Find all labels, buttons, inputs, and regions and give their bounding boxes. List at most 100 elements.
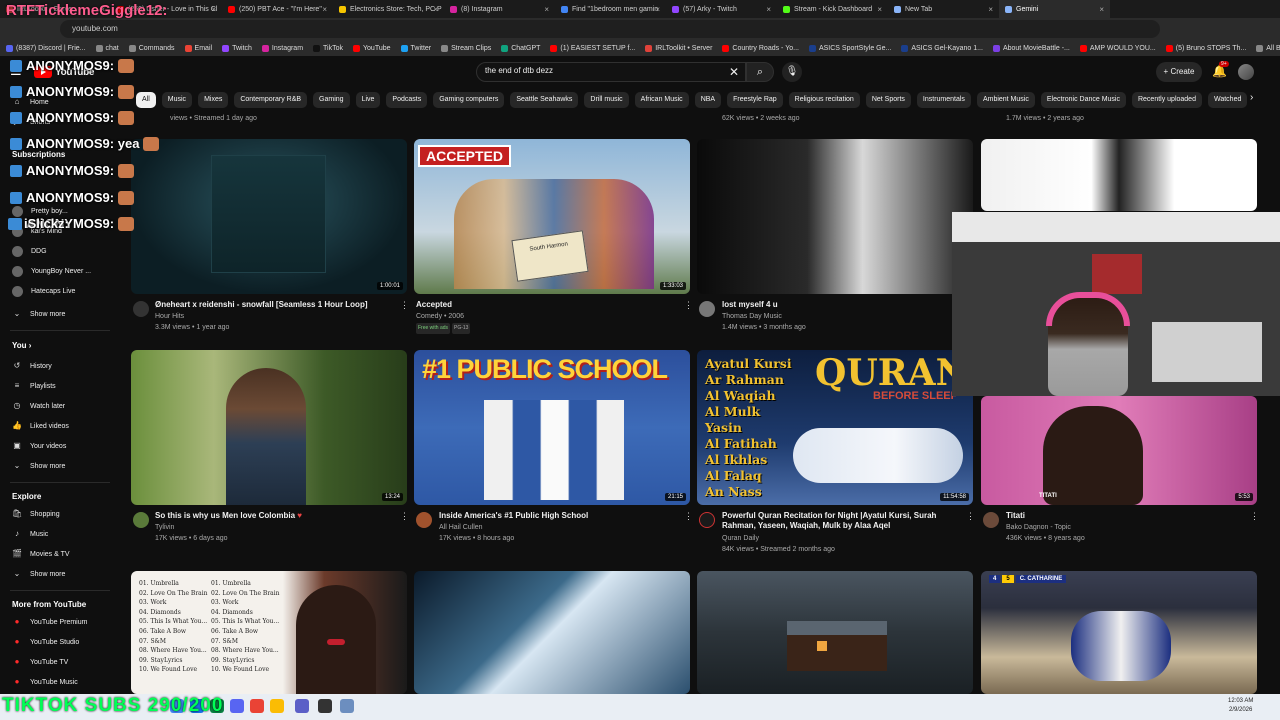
video-thumbnail[interactable]	[981, 139, 1257, 211]
clear-icon[interactable]: ✕	[729, 65, 739, 79]
video-title[interactable]: lost myself 4 u	[722, 300, 778, 310]
filter-chip[interactable]: Net Sports	[865, 92, 911, 108]
filter-chip[interactable]: Watched	[1207, 92, 1248, 108]
filter-chip[interactable]: NBA	[694, 92, 722, 108]
sidebar-item[interactable]: Hatecaps Live	[12, 286, 75, 297]
filter-chip[interactable]: All	[136, 92, 156, 108]
sidebar-item[interactable]: ◷ Watch later	[12, 401, 66, 411]
bookmark-item[interactable]: Commands	[128, 44, 175, 52]
chevron-right-icon[interactable]: ›	[1250, 92, 1253, 103]
more-options-icon[interactable]: ⋮	[400, 300, 409, 311]
bookmark-item[interactable]: chat	[95, 44, 119, 52]
browser-tab[interactable]: Gemini ×	[999, 0, 1110, 18]
filter-chip[interactable]: African Music	[634, 92, 689, 108]
channel-name[interactable]: All Hail Cullen	[439, 522, 483, 533]
search-button[interactable]: ⌕	[746, 62, 774, 82]
filter-chip[interactable]: Religious recitation	[788, 92, 860, 108]
close-icon[interactable]: ×	[655, 5, 660, 14]
close-icon[interactable]: ×	[322, 5, 327, 14]
more-options-icon[interactable]: ⋮	[400, 511, 409, 522]
close-icon[interactable]: ×	[1099, 5, 1104, 14]
channel-avatar[interactable]	[416, 512, 432, 528]
browser-tab[interactable]: (57) Arky - Twitch ×	[666, 0, 777, 18]
sidebar-item[interactable]: ♪ Music	[12, 529, 48, 539]
bookmark-item[interactable]: Stream Clips	[441, 44, 491, 52]
filter-chip[interactable]: Drill music	[584, 92, 629, 108]
bookmark-item[interactable]: ChatGPT	[501, 44, 540, 52]
filter-chip[interactable]: Freestyle Rap	[727, 92, 783, 108]
video-thumbnail[interactable]: ACCEPTED South Harmon 1:33:03	[414, 139, 690, 294]
channel-name[interactable]: Hour Hits	[155, 311, 184, 322]
video-thumbnail[interactable]: 1:00:01	[131, 139, 407, 294]
bookmark-item[interactable]: Twitter	[400, 44, 431, 52]
sidebar-item-shorts[interactable]: ▶ Shorts	[12, 117, 50, 127]
subscriptions-heading[interactable]: Subscriptions	[12, 150, 65, 159]
bookmark-item[interactable]: All Bookmarks	[1256, 44, 1280, 52]
sidebar-item[interactable]: Pretty boy...	[12, 206, 68, 217]
channel-name[interactable]: Quran Daily	[722, 533, 759, 544]
bookmark-item[interactable]: TikTok	[313, 44, 343, 52]
you-show-more[interactable]: ⌄ Show more	[12, 461, 66, 471]
explore-show-more[interactable]: ⌄ Show more	[12, 569, 66, 579]
browser-tab[interactable]: Stream - Kick Dashboard ×	[777, 0, 888, 18]
taskbar-app-icon[interactable]	[318, 699, 332, 713]
video-thumbnail[interactable]	[697, 571, 973, 694]
sidebar-item[interactable]: ≡ Playlists	[12, 381, 56, 391]
sidebar-item[interactable]: kai's Mind	[12, 226, 62, 237]
bookmark-item[interactable]: (8387) Discord | Frie...	[6, 44, 86, 52]
browser-tab[interactable]: (250) PBT Ace - "I'm Here" ×	[222, 0, 333, 18]
close-icon[interactable]: ×	[544, 5, 549, 14]
taskbar-app-icon[interactable]	[270, 699, 284, 713]
video-thumbnail[interactable]: #1 PUBLIC SCHOOL 21:15	[414, 350, 690, 505]
bookmark-item[interactable]: (5) Bruno STOPS Th...	[1165, 44, 1246, 52]
taskbar-app-icon[interactable]	[250, 699, 264, 713]
browser-tab[interactable]: Electronics Store: Tech, PC P ×	[333, 0, 444, 18]
menu-icon[interactable]: ☰	[10, 64, 26, 78]
channel-avatar-live[interactable]	[699, 512, 715, 528]
bookmark-item[interactable]: About MovieBattle -...	[992, 44, 1070, 52]
video-title[interactable]: Accepted	[416, 300, 452, 310]
video-title[interactable]: Powerful Quran Recitation for Night |Aya…	[722, 511, 962, 531]
address-bar[interactable]: youtube.com	[60, 20, 1160, 38]
video-thumbnail[interactable]: Ayatul Kursi Ar Rahman Al Waqiah Al Mulk Yas…	[697, 350, 973, 505]
close-icon[interactable]: ×	[877, 5, 882, 14]
filter-chip[interactable]: Seattle Seahawks	[510, 92, 579, 108]
system-clock[interactable]: 12:03 AM 2/9/2026	[1228, 697, 1253, 715]
bookmark-item[interactable]: (1) EASIEST SETUP f...	[550, 44, 635, 52]
you-heading[interactable]: You ›	[12, 341, 31, 350]
more-options-icon[interactable]: ⋮	[684, 511, 693, 522]
video-thumbnail[interactable]: TITATI 5:53	[981, 396, 1257, 505]
video-thumbnail[interactable]: 01. Umbrella 02. Love On The Brain 03. Wor…	[131, 571, 407, 694]
video-thumbnail[interactable]	[414, 571, 690, 694]
bookmark-item[interactable]: ASICS Gel-Kayano 1...	[901, 44, 983, 52]
filter-chip[interactable]: Instrumentals	[916, 92, 971, 108]
browser-tab[interactable]: Find "1bedroom men gamin ×	[555, 0, 666, 18]
sidebar-item[interactable]: ● YouTube Studio	[12, 637, 80, 647]
close-icon[interactable]: ×	[988, 5, 993, 14]
bookmark-item[interactable]: Instagram	[261, 44, 303, 52]
filter-chip[interactable]: Recently uploaded	[1131, 92, 1202, 108]
sidebar-item[interactable]: ↺ History	[12, 361, 52, 371]
filter-chip[interactable]: Electronic Dance Music	[1040, 92, 1126, 108]
filter-chip[interactable]: Podcasts	[386, 92, 428, 108]
close-icon[interactable]: ×	[211, 5, 216, 14]
video-thumbnail[interactable]: 13:24	[131, 350, 407, 505]
video-title[interactable]: So this is why us Men love Colombia ♥	[155, 511, 395, 521]
sidebar-item[interactable]: ● YouTube Premium	[12, 617, 88, 627]
filter-chip[interactable]: Ambient Music	[976, 92, 1035, 108]
channel-avatar[interactable]	[699, 301, 715, 317]
video-title[interactable]: Øneheart x reidenshi - snowfall [Seamles…	[155, 300, 395, 310]
bookmark-item[interactable]: Country Roads - Yo...	[722, 44, 799, 52]
video-title[interactable]: Titati	[1006, 511, 1025, 521]
taskbar-app-icon[interactable]	[340, 699, 354, 713]
more-options-icon[interactable]: ⋮	[684, 300, 693, 311]
bookmark-item[interactable]: YouTube	[353, 44, 391, 52]
filter-chip[interactable]: Mixes	[198, 92, 229, 108]
channel-avatar[interactable]	[133, 512, 149, 528]
account-avatar[interactable]	[1238, 64, 1254, 80]
channel-name[interactable]: Tylivin	[155, 522, 174, 533]
video-thumbnail[interactable]	[697, 139, 973, 294]
bookmark-item[interactable]: IRLToolkit • Server	[645, 44, 712, 52]
sidebar-item[interactable]: YoungBoy Never ...	[12, 266, 91, 277]
channel-avatar[interactable]	[983, 512, 999, 528]
